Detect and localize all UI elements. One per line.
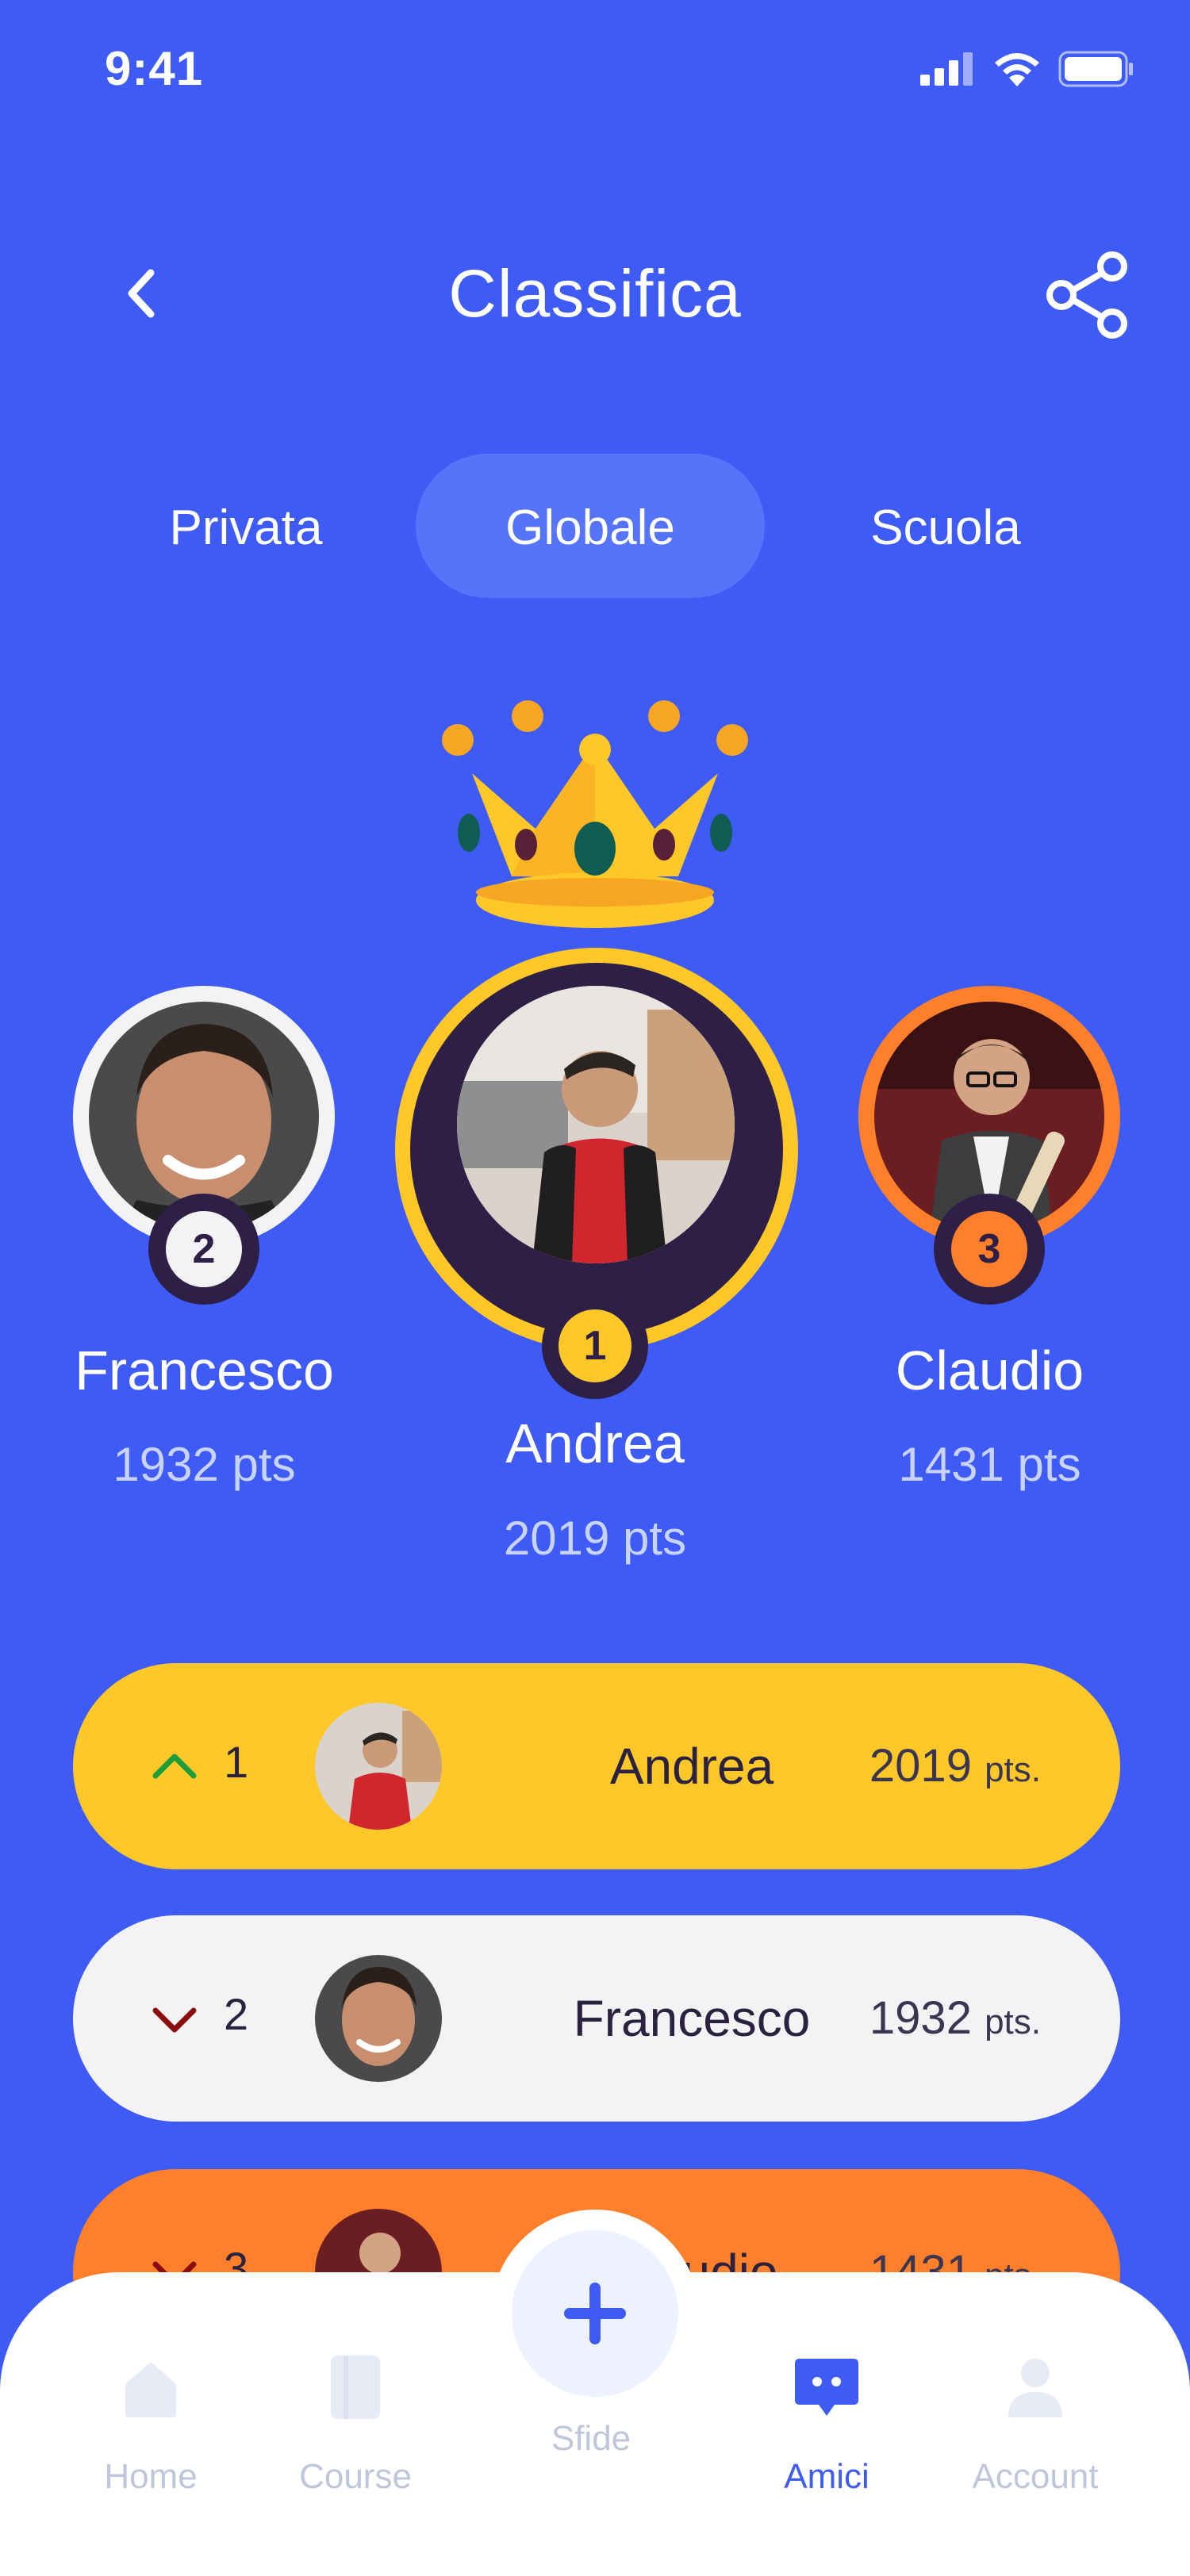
nav-item-course[interactable]: Course (252, 2308, 459, 2497)
row-rank: 1 (224, 1737, 249, 1787)
crown-icon (442, 700, 748, 928)
row-points: 1932 pts. (869, 1915, 1041, 2122)
leaderboard-row[interactable]: 2 Francesco 1932 pts. (73, 1915, 1120, 2122)
nav-item-home[interactable]: Home (48, 2308, 254, 2497)
nav-label: Home (104, 2457, 198, 2496)
nav-label: Sfide (551, 2419, 631, 2458)
podium-first-name: Andrea (505, 1413, 685, 1474)
rank-number: 1 (559, 1309, 631, 1382)
tab-scuola[interactable]: Scuola (819, 500, 1073, 556)
row-points-unit: pts. (985, 1750, 1041, 1789)
page-title: Classifica (448, 256, 742, 331)
podium-second-points: 1932 pts (113, 1438, 296, 1491)
podium-third-name: Claudio (895, 1340, 1084, 1401)
chat-icon (795, 2359, 858, 2416)
trend-up-icon (152, 1754, 197, 1779)
podium-first-points: 2019 pts (503, 1512, 687, 1565)
user-icon (1008, 2359, 1062, 2417)
podium-third-points: 1431 pts (898, 1438, 1081, 1491)
rank-number: 2 (166, 1211, 242, 1287)
avatar-francesco-small (315, 1955, 442, 2082)
nav-label: Course (299, 2457, 412, 2496)
rank-badge-first: 1 (542, 1293, 648, 1399)
signal-icon (920, 52, 973, 86)
tab-privata[interactable]: Privata (119, 500, 373, 556)
row-points: 2019 pts. (869, 1663, 1041, 1869)
status-time: 9:41 (105, 42, 204, 95)
nav-label: Account (972, 2457, 1099, 2496)
row-name: Andrea (609, 1738, 774, 1795)
wifi-icon (995, 53, 1039, 86)
nav-item-amici[interactable]: Amici (724, 2308, 930, 2497)
home-icon (125, 2362, 176, 2417)
avatar-andrea[interactable] (457, 986, 735, 1263)
status-icons (920, 51, 1134, 87)
tab-globale[interactable]: Globale (463, 500, 717, 556)
share-button[interactable] (1039, 246, 1134, 341)
rank-badge-second: 2 (148, 1194, 259, 1305)
row-points-value: 1932 (869, 1992, 972, 2044)
share-icon (1046, 251, 1127, 339)
row-name: Francesco (573, 1990, 811, 2047)
avatar-andrea-small (315, 1703, 442, 1830)
sfide-add-button[interactable] (512, 2230, 678, 2397)
podium-second-name: Francesco (75, 1340, 334, 1401)
book-icon (331, 2356, 380, 2419)
nav-label: Amici (784, 2457, 869, 2496)
leaderboard-row[interactable]: 1 Andrea 2019 pts. (73, 1663, 1120, 1869)
row-points-value: 2019 (869, 1740, 972, 1792)
rank-badge-third: 3 (934, 1194, 1045, 1305)
plus-icon (564, 2283, 626, 2344)
nav-item-sfide[interactable]: Sfide (488, 2419, 694, 2459)
trend-down-icon (152, 2007, 197, 2033)
rank-number: 3 (951, 1211, 1027, 1287)
nav-item-account[interactable]: Account (932, 2308, 1138, 2497)
row-rank: 2 (224, 1989, 249, 2039)
row-points-unit: pts. (985, 2003, 1041, 2041)
battery-icon (1058, 51, 1133, 87)
